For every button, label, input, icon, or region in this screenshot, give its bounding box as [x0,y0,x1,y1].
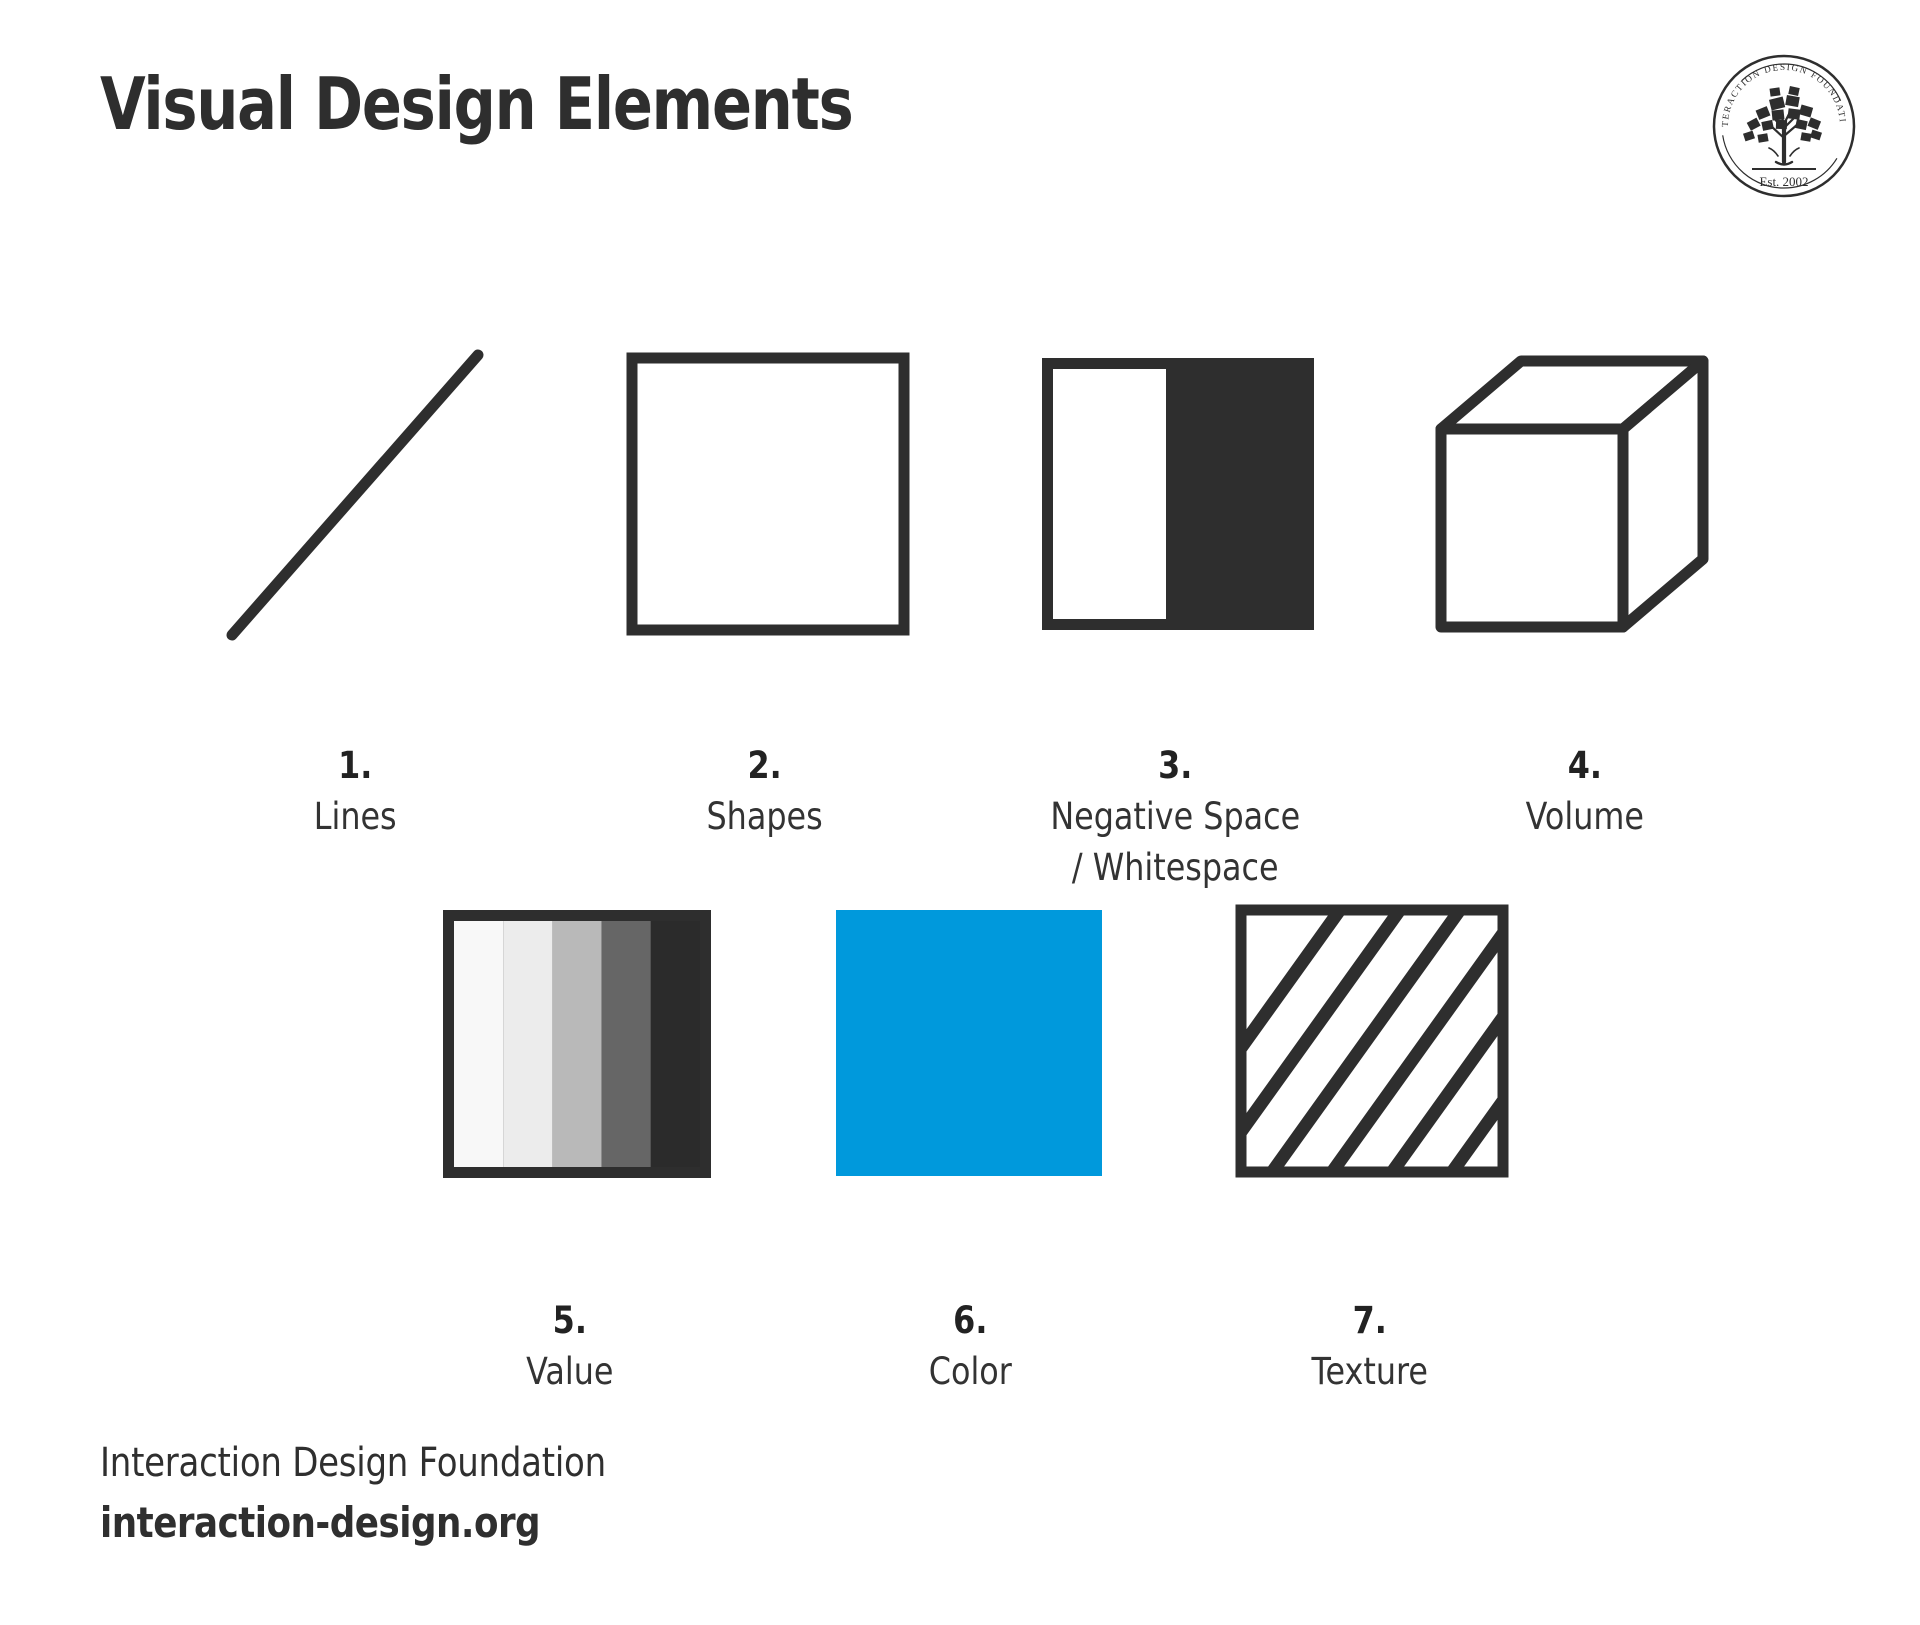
elements-row-1: 1. Lines 2. Shapes 3. Negative Space / W… [150,345,1790,893]
element-number: 7. [1352,1299,1388,1343]
organization-url: interaction-design.org [100,1498,541,1547]
element-caption: 3. Negative Space / Whitespace [1050,689,1300,893]
value-band [601,921,651,1167]
element-caption: 1. Lines [314,689,397,842]
value-band [503,921,553,1167]
cube-icon [1435,355,1709,633]
value-artwork [370,900,770,1200]
element-number: 6. [952,1299,988,1343]
hatch-lines [1241,910,1503,1172]
element-number: 4. [1567,744,1603,788]
shapes-artwork [560,345,970,645]
element-number: 3. [1157,744,1193,788]
element-card-texture: 7. Texture [1170,900,1570,1397]
color-swatch-icon [836,910,1102,1176]
element-number: 2. [747,744,783,788]
footer: Interaction Design Foundation interactio… [100,1440,695,1547]
element-number: 1. [337,744,373,788]
element-card-negative-space: 3. Negative Space / Whitespace [970,345,1380,893]
texture-artwork [1170,900,1570,1200]
page-title: Visual Design Elements [100,62,854,146]
element-label: Shapes [706,795,824,839]
value-band [454,921,504,1167]
element-card-value: 5. Value [370,900,770,1397]
lines-artwork [150,345,560,645]
element-caption: 5. Value [526,1244,613,1397]
square-outline-icon [626,352,910,636]
diagonal-line-icon [226,349,484,641]
element-number: 5. [552,1299,588,1343]
value-band [650,921,700,1167]
element-caption: 4. Volume [1526,689,1644,842]
value-bands [454,921,700,1167]
negative-space-artwork [970,345,1380,645]
element-label: Lines [313,795,397,839]
idf-logo: INTERACTION DESIGN FOUNDATION [1706,44,1858,200]
whitespace-rect [1053,369,1166,619]
elements-row-2: 5. Value 6. Color 7. Texture [370,900,1570,1397]
organization-name: Interaction Design Foundation [100,1440,606,1486]
element-card-shapes: 2. Shapes [560,345,970,842]
element-card-lines: 1. Lines [150,345,560,842]
element-card-volume: 4. Volume [1380,345,1790,842]
infographic-canvas: Visual Design Elements INTERACTION DESIG… [0,0,1920,1625]
element-card-color: 6. Color [770,900,1170,1397]
value-scale-icon [443,910,711,1178]
element-label: Value [526,1350,614,1394]
element-label: Texture [1311,1350,1429,1394]
element-caption: 7. Texture [1312,1244,1428,1397]
texture-hatch-icon [1235,904,1509,1178]
logo-established-text: Est. 2002 [1759,174,1808,189]
element-label: Volume [1525,795,1645,839]
element-label: Negative Space / Whitespace [1050,795,1300,890]
volume-artwork [1380,345,1790,645]
element-label: Color [928,1350,1012,1394]
element-caption: 2. Shapes [707,689,823,842]
element-caption: 6. Color [928,1244,1011,1397]
value-band [552,921,602,1167]
color-artwork [770,900,1170,1200]
